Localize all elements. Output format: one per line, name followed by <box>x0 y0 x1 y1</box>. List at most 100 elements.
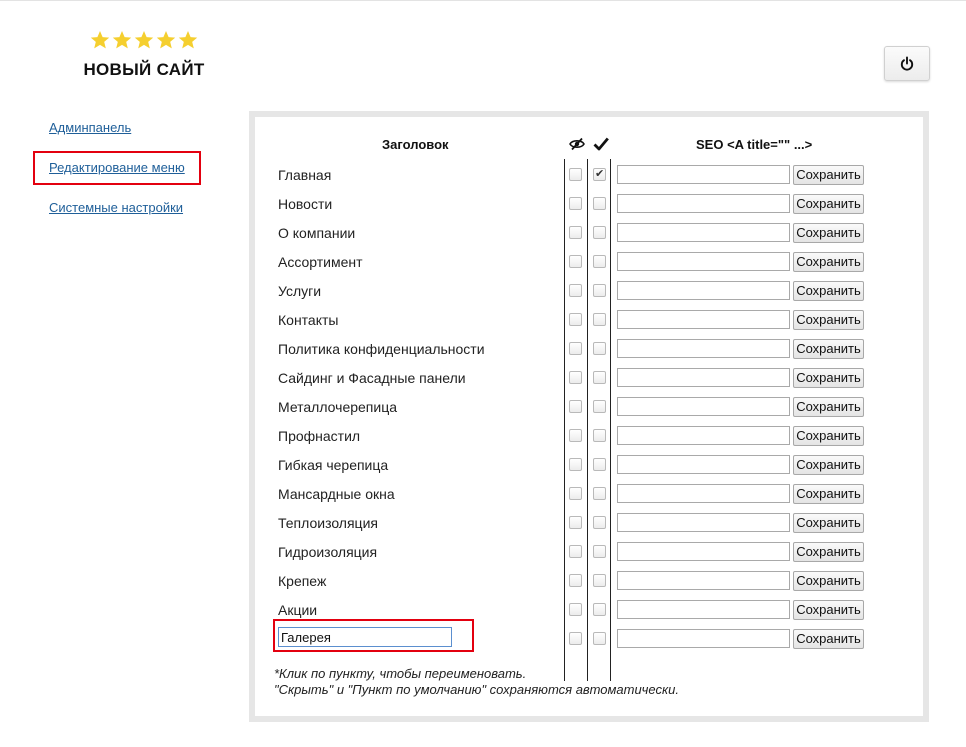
seo-title-input[interactable] <box>617 571 790 590</box>
save-button[interactable]: Сохранить <box>793 600 864 620</box>
seo-title-input[interactable] <box>617 252 790 271</box>
seo-title-input[interactable] <box>617 368 790 387</box>
hide-checkbox[interactable] <box>569 226 582 239</box>
seo-title-input[interactable] <box>617 513 790 532</box>
seo-title-input[interactable] <box>617 455 790 474</box>
logout-button[interactable] <box>884 46 930 81</box>
save-button[interactable]: Сохранить <box>793 339 864 359</box>
hide-checkbox[interactable] <box>569 255 582 268</box>
hide-checkbox[interactable] <box>569 458 582 471</box>
seo-title-input[interactable] <box>617 281 790 300</box>
seo-title-input[interactable] <box>617 310 790 329</box>
table-row: Крепеж Сохранить <box>255 566 923 595</box>
menu-item-title[interactable]: Ассортимент <box>278 254 363 270</box>
hide-checkbox[interactable] <box>569 168 582 181</box>
default-item-checkbox[interactable] <box>593 545 606 558</box>
default-item-checkbox[interactable] <box>593 255 606 268</box>
checkmark-icon <box>593 136 609 152</box>
menu-item-title[interactable]: Контакты <box>278 312 338 328</box>
hide-checkbox[interactable] <box>569 342 582 355</box>
hide-checkbox[interactable] <box>569 574 582 587</box>
default-item-checkbox[interactable] <box>593 487 606 500</box>
default-item-checkbox[interactable] <box>593 284 606 297</box>
seo-title-input[interactable] <box>617 600 790 619</box>
save-button[interactable]: Сохранить <box>793 629 864 649</box>
menu-item-title[interactable]: Гибкая черепица <box>278 457 388 473</box>
hide-checkbox[interactable] <box>569 371 582 384</box>
hide-checkbox[interactable] <box>569 487 582 500</box>
default-item-checkbox[interactable] <box>593 458 606 471</box>
star-icon <box>156 30 176 50</box>
help-note-autosave: "Скрыть" и "Пункт по умолчанию" сохраняю… <box>274 682 679 697</box>
default-item-checkbox[interactable] <box>593 167 606 181</box>
seo-title-input[interactable] <box>617 542 790 561</box>
seo-title-input[interactable] <box>617 426 790 445</box>
default-item-checkbox[interactable] <box>593 574 606 587</box>
seo-title-input[interactable] <box>617 165 790 184</box>
highlight-frame-gallery <box>273 619 474 652</box>
menu-item-title[interactable]: Акции <box>278 602 317 618</box>
default-item-checkbox[interactable] <box>593 632 606 645</box>
menu-item-title[interactable]: Главная <box>278 167 331 183</box>
hide-checkbox[interactable] <box>569 632 582 645</box>
default-item-checkbox[interactable] <box>593 400 606 413</box>
menu-item-title[interactable]: О компании <box>278 225 355 241</box>
table-row: Услуги Сохранить <box>255 276 923 305</box>
table-row: Мансардные окна Сохранить <box>255 479 923 508</box>
menu-item-title[interactable]: Услуги <box>278 283 321 299</box>
save-button[interactable]: Сохранить <box>793 194 864 214</box>
seo-title-input[interactable] <box>617 484 790 503</box>
star-icon <box>178 30 198 50</box>
save-button[interactable]: Сохранить <box>793 368 864 388</box>
menu-item-title[interactable]: Сайдинг и Фасадные панели <box>278 370 466 386</box>
default-item-checkbox[interactable] <box>593 603 606 616</box>
save-button[interactable]: Сохранить <box>793 513 864 533</box>
hide-checkbox[interactable] <box>569 313 582 326</box>
hide-checkbox[interactable] <box>569 603 582 616</box>
default-item-checkbox[interactable] <box>593 313 606 326</box>
default-item-checkbox[interactable] <box>593 371 606 384</box>
save-button[interactable]: Сохранить <box>793 252 864 272</box>
save-button[interactable]: Сохранить <box>793 426 864 446</box>
menu-item-title[interactable]: Металлочерепица <box>278 399 397 415</box>
save-button[interactable]: Сохранить <box>793 455 864 475</box>
hide-checkbox[interactable] <box>569 400 582 413</box>
default-item-checkbox[interactable] <box>593 226 606 239</box>
seo-title-input[interactable] <box>617 629 790 648</box>
save-button[interactable]: Сохранить <box>793 165 864 185</box>
menu-item-title[interactable]: Мансардные окна <box>278 486 395 502</box>
seo-title-input[interactable] <box>617 397 790 416</box>
menu-item-title[interactable]: Крепеж <box>278 573 326 589</box>
hide-checkbox[interactable] <box>569 284 582 297</box>
hide-checkbox[interactable] <box>569 545 582 558</box>
seo-title-input[interactable] <box>617 339 790 358</box>
default-item-checkbox[interactable] <box>593 516 606 529</box>
save-button[interactable]: Сохранить <box>793 223 864 243</box>
table-row: Новости Сохранить <box>255 189 923 218</box>
sidebar-item-admin-panel[interactable]: Админпанель <box>49 120 131 135</box>
save-button[interactable]: Сохранить <box>793 310 864 330</box>
default-item-checkbox[interactable] <box>593 429 606 442</box>
table-row: Контакты Сохранить <box>255 305 923 334</box>
star-icon <box>90 30 110 50</box>
seo-title-input[interactable] <box>617 223 790 242</box>
menu-item-title[interactable]: Теплоизоляция <box>278 515 378 531</box>
hide-checkbox[interactable] <box>569 197 582 210</box>
menu-item-title[interactable]: Гидроизоляция <box>278 544 377 560</box>
hide-checkbox[interactable] <box>569 429 582 442</box>
menu-item-title[interactable]: Политика конфиденциальности <box>278 341 485 357</box>
menu-item-title[interactable]: Новости <box>278 196 332 212</box>
table-row: Главная Сохранить <box>255 160 923 189</box>
sidebar-item-system-settings[interactable]: Системные настройки <box>49 200 183 215</box>
hide-checkbox[interactable] <box>569 516 582 529</box>
save-button[interactable]: Сохранить <box>793 397 864 417</box>
default-item-checkbox[interactable] <box>593 197 606 210</box>
save-button[interactable]: Сохранить <box>793 281 864 301</box>
menu-item-title[interactable]: Профнастил <box>278 428 360 444</box>
save-button[interactable]: Сохранить <box>793 542 864 562</box>
star-icon <box>112 30 132 50</box>
save-button[interactable]: Сохранить <box>793 571 864 591</box>
save-button[interactable]: Сохранить <box>793 484 864 504</box>
seo-title-input[interactable] <box>617 194 790 213</box>
default-item-checkbox[interactable] <box>593 342 606 355</box>
